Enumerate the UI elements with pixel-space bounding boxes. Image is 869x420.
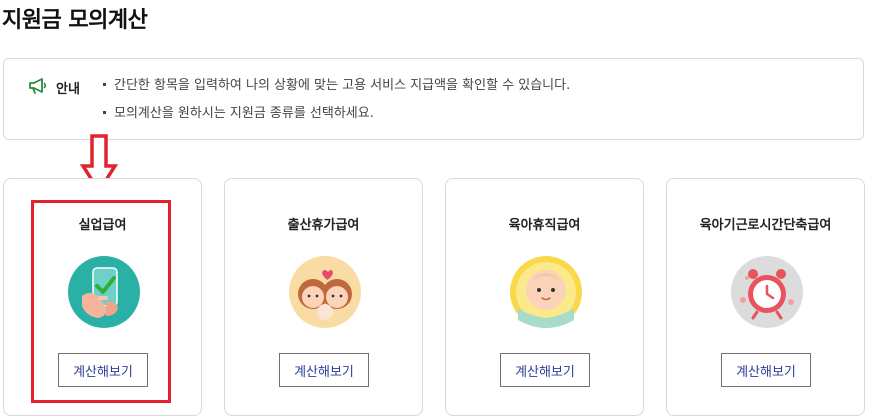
card-title: 출산휴가급여 <box>287 218 360 233</box>
phone-check-illustration-icon <box>68 256 140 328</box>
calculate-button[interactable]: 계산해보기 <box>58 353 148 387</box>
calculate-button[interactable]: 계산해보기 <box>500 353 590 387</box>
notice-label: 안내 <box>56 82 80 97</box>
card-title: 육아기근로시간단축급여 <box>699 218 832 233</box>
card-title: 육아휴직급여 <box>508 218 581 233</box>
notice-list: 간단한 항목을 입력하여 나의 상황에 맞는 고용 서비스 지급액을 확인할 수… <box>102 77 570 133</box>
notice-box: 안내 간단한 항목을 입력하여 나의 상황에 맞는 고용 서비스 지급액을 확인… <box>3 58 864 140</box>
card-parental-leave-benefit[interactable]: 육아휴직급여 계산해보기 <box>445 178 644 416</box>
card-title: 실업급여 <box>78 218 127 233</box>
page-title: 지원금 모의계산 <box>2 8 148 33</box>
card-unemployment-benefit[interactable]: 실업급여 계산해보기 <box>3 178 202 416</box>
notice-line: 간단한 항목을 입력하여 나의 상황에 맞는 고용 서비스 지급액을 확인할 수… <box>102 77 570 105</box>
notice-line: 모의계산을 원하시는 지원금 종류를 선택하세요. <box>102 105 570 133</box>
baby-illustration-icon <box>510 256 582 328</box>
megaphone-icon <box>29 78 47 94</box>
parent-baby-illustration-icon <box>289 256 361 328</box>
alarm-clock-illustration-icon <box>731 256 803 328</box>
card-reduced-working-hours-benefit[interactable]: 육아기근로시간단축급여 계산해보기 <box>666 178 865 416</box>
page: 지원금 모의계산 안내 간단한 항목을 입력하여 나의 상황에 맞는 고용 서비… <box>0 0 869 420</box>
calculate-button[interactable]: 계산해보기 <box>279 353 369 387</box>
card-maternity-leave-benefit[interactable]: 출산휴가급여 계산해보기 <box>224 178 423 416</box>
calculate-button[interactable]: 계산해보기 <box>721 353 811 387</box>
